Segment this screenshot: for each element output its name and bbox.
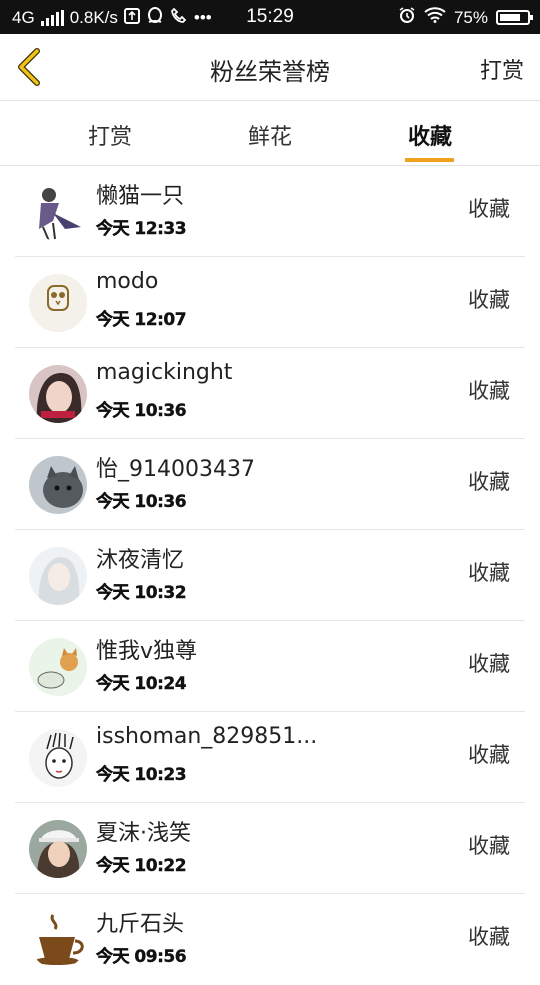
active-tab-indicator <box>405 158 454 162</box>
timestamp: 今天 10:36 <box>96 492 187 512</box>
battery-label: 75% <box>453 7 488 27</box>
action-label: 收藏 <box>468 470 510 494</box>
anime-girl-avatar[interactable] <box>29 183 87 241</box>
status-right: 75% <box>398 6 533 29</box>
action-label: 收藏 <box>468 288 510 312</box>
girl-photo-avatar[interactable] <box>29 365 87 423</box>
timestamp: 今天 10:23 <box>96 765 187 785</box>
list-item[interactable]: 九斤石头 今天 09:56 收藏 <box>15 894 525 985</box>
list-item[interactable]: 怡_914003437 今天 10:36 收藏 <box>15 439 525 530</box>
list-item[interactable]: modo 今天 12:07 收藏 <box>15 257 525 348</box>
user-name: 懒猫一只 <box>96 184 185 209</box>
battery-icon <box>496 10 533 25</box>
timestamp: 今天 09:56 <box>96 947 187 967</box>
timestamp: 今天 10:32 <box>96 583 187 603</box>
wifi-icon <box>424 7 446 28</box>
page-title: 粉丝荣誉榜 <box>210 58 330 86</box>
action-label: 收藏 <box>468 561 510 585</box>
list-item[interactable]: isshoman_829851... 今天 10:23 收藏 <box>15 712 525 803</box>
timestamp: 今天 12:33 <box>96 219 187 239</box>
timestamp: 今天 10:36 <box>96 401 187 421</box>
tab-favorites[interactable]: 收藏 <box>370 119 490 151</box>
battery-fill <box>500 14 520 21</box>
shiba-dog-avatar[interactable] <box>29 638 87 696</box>
fan-list: 懒猫一只 今天 12:33 收藏 modo 今天 12:07 收藏 magick… <box>0 166 540 985</box>
user-name: magickinght <box>96 360 233 385</box>
user-name: 九斤石头 <box>96 912 185 937</box>
user-name: 惟我v独尊 <box>96 639 198 664</box>
list-item[interactable]: 惟我v独尊 今天 10:24 收藏 <box>15 621 525 712</box>
owl-logo-avatar[interactable] <box>29 274 87 332</box>
action-label: 收藏 <box>468 834 510 858</box>
action-label: 收藏 <box>468 379 510 403</box>
action-label: 收藏 <box>468 197 510 221</box>
user-name: 沐夜清忆 <box>96 548 185 573</box>
navigation-header: 粉丝荣誉榜 打赏 <box>0 34 540 101</box>
tab-bar: 打赏 鲜花 收藏 <box>0 101 540 166</box>
user-name: 夏沫·浅笑 <box>96 821 191 846</box>
tab-flowers[interactable]: 鲜花 <box>210 119 330 151</box>
list-item[interactable]: 沐夜清忆 今天 10:32 收藏 <box>15 530 525 621</box>
action-label: 收藏 <box>468 652 510 676</box>
reward-button[interactable]: 打赏 <box>480 53 524 85</box>
alarm-icon <box>398 6 416 29</box>
timestamp: 今天 10:24 <box>96 674 187 694</box>
coffee-cup-avatar[interactable] <box>29 911 87 969</box>
timestamp: 今天 12:07 <box>96 310 187 330</box>
timestamp: 今天 10:22 <box>96 856 187 876</box>
anime-illustration-avatar[interactable] <box>29 547 87 605</box>
action-label: 收藏 <box>468 925 510 949</box>
list-item[interactable]: 懒猫一只 今天 12:33 收藏 <box>15 166 525 257</box>
status-bar: 4G 0.8K/s ••• 15:29 75% <box>0 0 540 34</box>
cat-photo-avatar[interactable] <box>29 456 87 514</box>
user-name: modo <box>96 269 159 294</box>
tab-reward[interactable]: 打赏 <box>50 119 170 151</box>
list-item[interactable]: magickinght 今天 10:36 收藏 <box>15 348 525 439</box>
sketch-face-avatar[interactable] <box>29 729 87 787</box>
action-label: 收藏 <box>468 743 510 767</box>
cap-girl-avatar[interactable] <box>29 820 87 878</box>
user-name: 怡_914003437 <box>96 457 255 482</box>
list-item[interactable]: 夏沫·浅笑 今天 10:22 收藏 <box>15 803 525 894</box>
user-name: isshoman_829851... <box>96 724 318 749</box>
